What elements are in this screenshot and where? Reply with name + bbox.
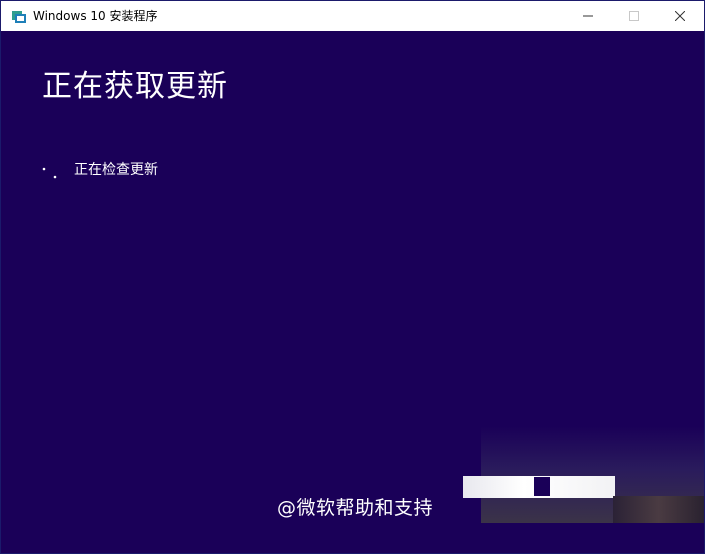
maximize-icon <box>629 11 639 21</box>
close-icon <box>675 11 685 21</box>
page-title: 正在获取更新 <box>42 69 228 104</box>
minimize-icon <box>583 15 593 17</box>
setup-app-icon <box>12 11 26 23</box>
setup-window: Windows 10 安装程序 正在获取更新 正在检查更新 @微软帮助和支持 <box>0 0 705 554</box>
close-button[interactable] <box>657 1 703 31</box>
blurred-dark-strip <box>613 496 704 523</box>
title-bar[interactable]: Windows 10 安装程序 <box>1 1 704 31</box>
watermark-text: @微软帮助和支持 <box>277 497 434 519</box>
blurred-mark <box>534 477 550 496</box>
window-title: Windows 10 安装程序 <box>33 9 158 23</box>
maximize-button[interactable] <box>611 1 657 31</box>
loading-spinner-icon <box>42 167 57 179</box>
minimize-button[interactable] <box>565 1 611 31</box>
status-text: 正在检查更新 <box>74 162 158 178</box>
